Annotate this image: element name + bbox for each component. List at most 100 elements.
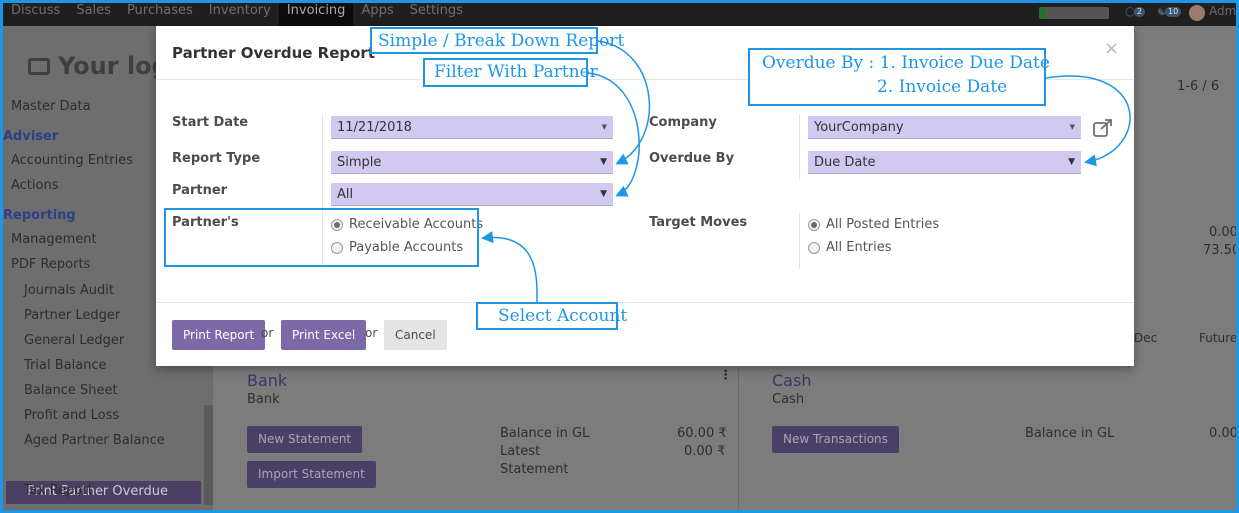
start-date-value: 11/21/2018 <box>337 120 412 135</box>
overdue-by-value: Due Date <box>814 155 876 170</box>
sidebar-item-partner-ledger[interactable]: Partner Ledger <box>24 308 120 323</box>
or-separator: or <box>365 326 378 340</box>
bank-balance-gl-value: 60.00 ₹ <box>677 426 727 441</box>
sidebar-item-aged-partner-balance[interactable]: Aged Partner Balance <box>24 433 165 448</box>
callout-simple-breakdown-text: Simple / Break Down Report <box>378 31 625 51</box>
partners-highlight-box <box>164 208 479 267</box>
report-type-value: Simple <box>337 155 382 170</box>
callout-overdue-by: Overdue By : 1. Invoice Due Date 2. Invo… <box>748 48 1050 106</box>
partner-select[interactable]: All ▼ <box>331 183 613 206</box>
menu-discuss[interactable]: Discuss <box>3 3 68 26</box>
bg-value-2: 73.50 <box>1203 243 1239 258</box>
sidebar-section-adviser: Adviser <box>3 129 59 144</box>
sidebar-item-master-data[interactable]: Master Data <box>11 99 91 114</box>
activities-badge: 10 <box>1165 7 1182 17</box>
callout-overdue-line2: 2. Invoice Date <box>877 77 1008 97</box>
progress-bar <box>1039 7 1109 19</box>
new-transactions-button[interactable]: New Transactions <box>772 426 899 453</box>
top-navbar: Discuss Sales Purchases Inventory Invoic… <box>3 3 1236 26</box>
sidebar-item-trial-balance[interactable]: Trial Balance <box>24 358 107 373</box>
sidebar-item-tax-report[interactable]: Tax Report <box>24 483 93 498</box>
dialog-title: Partner Overdue Report <box>172 44 375 62</box>
bg-value-1: 0.00 <box>1209 225 1238 240</box>
card-divider <box>738 366 739 510</box>
sidebar-item-pdf-reports[interactable]: PDF Reports <box>11 257 90 272</box>
menu-purchases[interactable]: Purchases <box>119 3 201 26</box>
bank-balance-gl-label: Balance in GL <box>500 426 590 441</box>
all-posted-entries-label: All Posted Entries <box>826 217 940 232</box>
chevron-down-icon: ▼ <box>601 123 607 131</box>
callout-filter-partner-text: Filter With Partner <box>434 62 598 82</box>
logo-text: Your log <box>58 52 169 80</box>
sidebar-item-balance-sheet[interactable]: Balance Sheet <box>24 383 118 398</box>
report-type-label: Report Type <box>172 151 261 166</box>
or-separator: or <box>261 326 274 340</box>
menu-sales[interactable]: Sales <box>68 3 119 26</box>
messages-badge: 2 <box>1134 7 1146 17</box>
camera-icon <box>28 58 50 75</box>
start-date-input[interactable]: 11/21/2018 ▼ <box>331 116 613 139</box>
callout-simple-breakdown: Simple / Break Down Report <box>370 27 624 54</box>
company-value: YourCompany <box>814 120 904 135</box>
cash-balance-gl-value: 0.00 <box>1209 426 1238 441</box>
print-excel-button[interactable]: Print Excel <box>281 320 367 350</box>
callout-select-account-text: Select Account <box>498 306 628 326</box>
column-future: Future <box>1199 331 1238 345</box>
pager: 1-6 / 6 <box>1177 79 1220 94</box>
sidebar-scrollbar[interactable] <box>204 405 213 505</box>
company-logo: Your log <box>28 52 169 80</box>
bank-card-subtitle: Bank <box>247 392 280 407</box>
overdue-by-select[interactable]: Due Date ▼ <box>808 151 1081 174</box>
bank-latest-value: 0.00 ₹ <box>684 444 726 459</box>
radio-unselected-icon <box>808 241 820 254</box>
callout-select-account: Select Account <box>476 302 627 330</box>
chevron-down-icon: ▼ <box>600 157 607 167</box>
sidebar-item-accounting-entries[interactable]: Accounting Entries <box>11 153 133 168</box>
all-posted-entries-radio[interactable]: All Posted Entries <box>808 217 939 232</box>
sidebar-item-general-ledger[interactable]: General Ledger <box>24 333 124 348</box>
bank-latest-label: Latest <box>500 444 541 459</box>
all-entries-radio[interactable]: All Entries <box>808 240 892 255</box>
all-entries-label: All Entries <box>826 240 892 255</box>
cash-card-subtitle: Cash <box>772 392 805 407</box>
cash-card-title[interactable]: Cash <box>772 371 811 390</box>
radio-selected-icon <box>808 218 820 231</box>
kebab-menu-icon[interactable]: ⋮ <box>719 368 732 383</box>
new-statement-button[interactable]: New Statement <box>247 426 363 453</box>
right-column-divider-bottom <box>799 213 800 269</box>
start-date-label: Start Date <box>172 115 249 130</box>
user-name[interactable]: Adm <box>1209 4 1236 18</box>
partner-label: Partner <box>172 183 228 198</box>
sidebar-item-journals-audit[interactable]: Journals Audit <box>24 283 114 298</box>
menu-invoicing[interactable]: Invoicing <box>278 3 354 26</box>
bank-card-title[interactable]: Bank <box>247 371 287 390</box>
close-icon[interactable]: × <box>1104 38 1119 59</box>
company-select[interactable]: YourCompany ▼ <box>808 116 1081 139</box>
right-column-divider-top <box>799 114 800 180</box>
cash-balance-gl-label: Balance in GL <box>1025 426 1115 441</box>
bank-statement-label: Statement <box>500 462 569 477</box>
sidebar-item-actions[interactable]: Actions <box>11 178 59 193</box>
import-statement-button[interactable]: Import Statement <box>247 461 376 488</box>
user-avatar[interactable] <box>1189 5 1205 21</box>
sidebar-item-profit-and-loss[interactable]: Profit and Loss <box>24 408 119 423</box>
report-type-select[interactable]: Simple ▼ <box>331 151 613 174</box>
menu-apps[interactable]: Apps <box>353 3 401 26</box>
sidebar-item-management[interactable]: Management <box>11 232 97 247</box>
partner-value: All <box>337 187 354 202</box>
overdue-by-label: Overdue By <box>649 151 735 166</box>
chevron-down-icon: ▼ <box>600 189 607 199</box>
main-menu: Discuss Sales Purchases Inventory Invoic… <box>3 3 471 26</box>
menu-settings[interactable]: Settings <box>402 3 471 26</box>
chevron-down-icon: ▼ <box>1069 123 1075 131</box>
chevron-down-icon: ▼ <box>1068 157 1075 167</box>
print-report-button[interactable]: Print Report <box>172 320 266 350</box>
external-link-icon[interactable] <box>1093 119 1113 137</box>
cancel-button[interactable]: Cancel <box>384 320 447 350</box>
progress-fill <box>1039 7 1046 19</box>
footer-divider <box>156 302 1134 303</box>
company-label: Company <box>649 115 717 130</box>
column-dec: Dec <box>1134 331 1158 345</box>
menu-inventory[interactable]: Inventory <box>201 3 279 26</box>
callout-filter-partner: Filter With Partner <box>423 58 598 87</box>
